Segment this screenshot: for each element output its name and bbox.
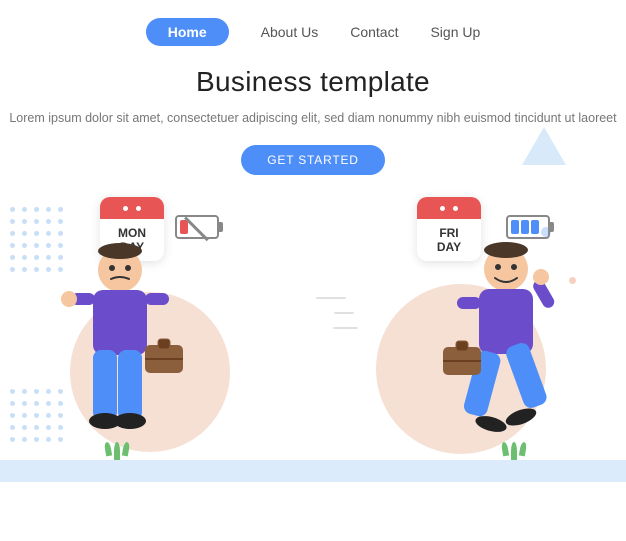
calendar-monday-top — [100, 197, 164, 219]
speed-line-2 — [334, 312, 354, 314]
speed-line-3 — [333, 327, 358, 329]
blue-bar — [0, 460, 626, 482]
nav-about[interactable]: About Us — [261, 24, 319, 40]
battery-bar-full-3 — [531, 220, 539, 234]
battery-bar-low — [180, 220, 188, 234]
nav-signup[interactable]: Sign Up — [430, 24, 480, 40]
illustration-area: MON DAY FRI DAY — [0, 187, 626, 482]
battery-body-full — [506, 215, 550, 239]
nav-contact[interactable]: Contact — [350, 24, 398, 40]
figure-friday — [431, 239, 571, 464]
battery-bar-full-2 — [521, 220, 529, 234]
calendar-friday-top — [417, 197, 481, 219]
nav-home[interactable]: Home — [146, 18, 229, 46]
battery-friday — [506, 215, 554, 239]
battery-tip-full — [550, 222, 554, 232]
hero-subtitle: Lorem ipsum dolor sit amet, consectetuer… — [0, 108, 626, 129]
grass-left — [105, 442, 129, 460]
page-title: Business template — [0, 66, 626, 98]
navbar: Home About Us Contact Sign Up — [0, 0, 626, 56]
grass-right — [502, 442, 526, 460]
speed-line-1 — [316, 297, 346, 299]
figure-monday — [55, 235, 185, 460]
decoration-triangle — [522, 127, 566, 165]
battery-tip-low — [219, 222, 223, 232]
battery-bar-full-1 — [511, 220, 519, 234]
get-started-button[interactable]: GET STARTED — [241, 145, 384, 175]
